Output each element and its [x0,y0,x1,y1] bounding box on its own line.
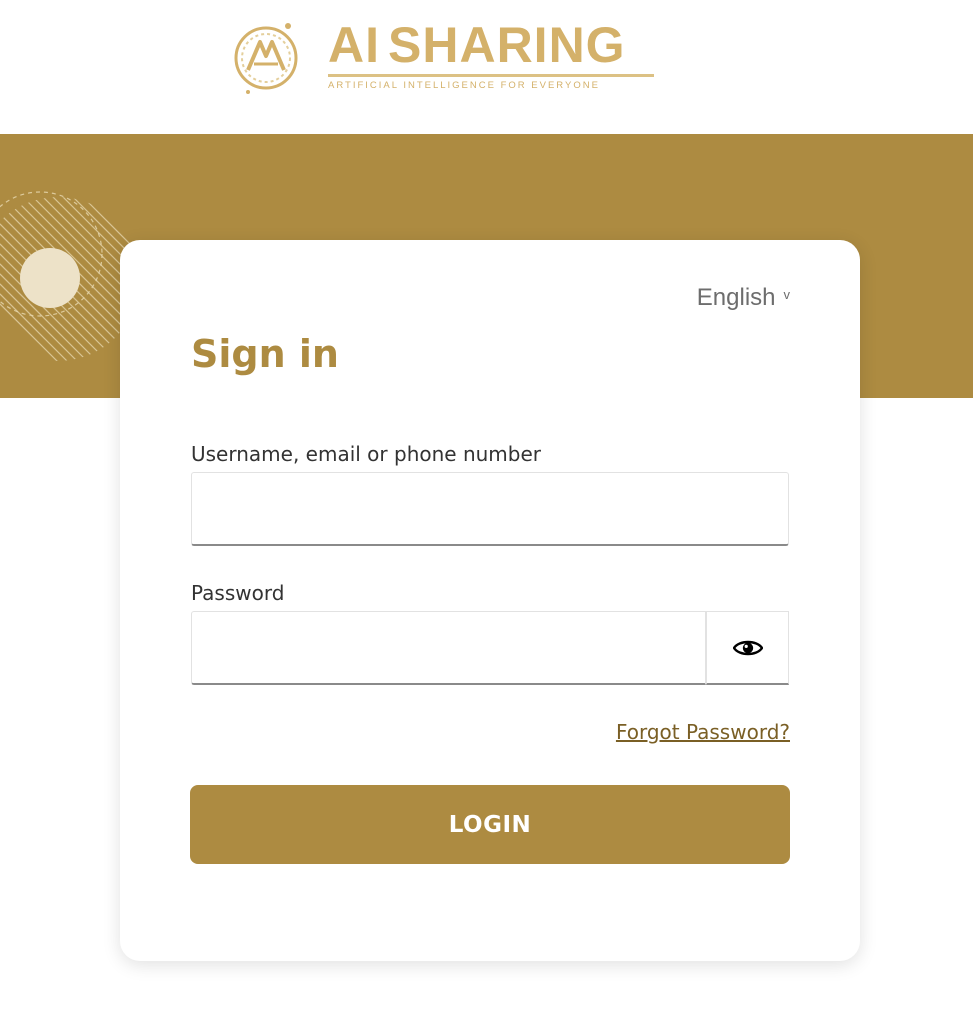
logo-wordmark: AI SHARING [328,16,626,74]
logo-tagline: ARTIFICIAL INTELLIGENCE FOR EVERYONE [328,80,600,91]
language-label: English [696,284,776,311]
password-input[interactable] [191,611,706,685]
username-label: Username, email or phone number [191,442,541,466]
logo-emblem-icon [234,23,298,94]
logo-text-sharing: SHARING [388,17,626,73]
logo-divider [328,74,654,77]
logo-text-ai: AI [328,17,380,73]
sign-in-card: English v Sign in Username, email or pho… [120,240,860,961]
username-input[interactable] [191,472,789,546]
forgot-password-link[interactable]: Forgot Password? [616,720,790,744]
login-button[interactable]: LOGIN [190,785,790,864]
page-title: Sign in [191,332,339,376]
show-password-button[interactable] [706,611,789,685]
language-selector[interactable]: English v [697,284,790,312]
login-page: AI SHARING ARTIFICIAL INTELLIGENCE FOR EV… [0,0,973,1024]
eye-icon [732,640,763,655]
brand-logo: AI SHARING ARTIFICIAL INTELLIGENCE FOR EV… [228,14,658,98]
password-label: Password [191,581,285,605]
chevron-down-icon: v [783,287,791,302]
